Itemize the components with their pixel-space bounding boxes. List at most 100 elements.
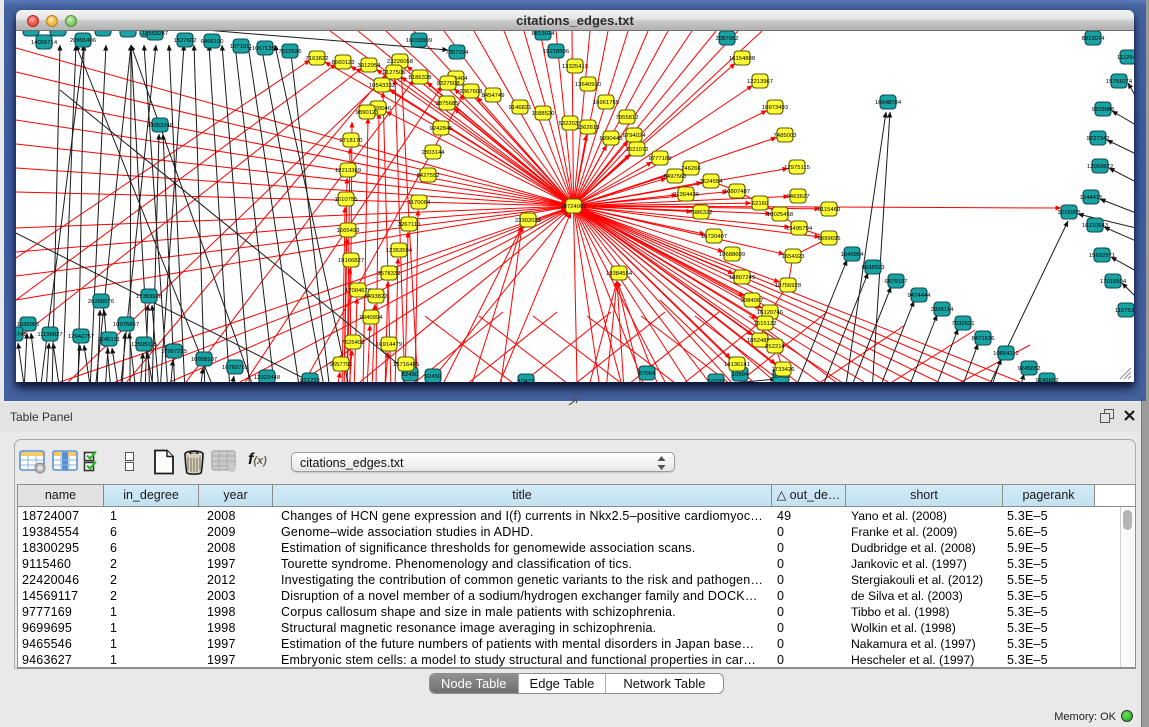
svg-text:1145131: 1145131 [98,337,121,343]
svg-text:12923448: 12923448 [254,375,281,381]
svg-text:1527602: 1527602 [174,38,197,44]
svg-text:6497568: 6497568 [664,174,688,180]
svg-text:921233: 921233 [300,378,320,382]
svg-text:7485003: 7485003 [774,133,798,139]
svg-text:16648784: 16648784 [875,100,902,106]
svg-text:1588520: 1588520 [532,111,556,117]
svg-text:92450: 92450 [425,374,442,380]
svg-text:9777169: 9777169 [649,156,672,162]
svg-text:13325419: 13325419 [562,64,588,70]
svg-text:10756928: 10756928 [775,283,802,289]
svg-text:8813074: 8813074 [1082,36,1106,42]
svg-text:8660123: 8660123 [332,60,356,66]
svg-text:1640954: 1640954 [841,252,865,258]
svg-text:6879197: 6879197 [885,279,908,285]
svg-text:1654923: 1654923 [782,254,806,260]
svg-text:9115460: 9115460 [818,207,841,213]
svg-text:7357224: 7357224 [446,50,470,56]
svg-text:10543332: 10543332 [369,83,395,89]
svg-text:14055714: 14055714 [31,40,58,46]
svg-text:16210643: 16210643 [1082,223,1109,229]
svg-text:1615132: 1615132 [754,321,777,327]
svg-text:16961755: 16961755 [593,100,620,106]
svg-text:3215955: 3215955 [1058,210,1082,216]
svg-text:13640910: 13640910 [575,82,602,88]
svg-text:10807487: 10807487 [724,189,750,195]
svg-text:7955812: 7955812 [616,115,639,121]
svg-text:2935114: 2935114 [931,307,954,313]
svg-text:15751074: 15751074 [1106,79,1133,85]
svg-text:3915741: 3915741 [16,332,26,338]
svg-text:10688609: 10688609 [719,252,745,258]
svg-text:9245652: 9245652 [1036,378,1059,382]
svg-text:3875685: 3875685 [436,101,460,107]
svg-text:12505115: 12505115 [131,342,157,348]
svg-text:1071911: 1071911 [230,44,253,50]
svg-text:2367608: 2367608 [460,89,484,95]
svg-text:19384554: 19384554 [606,271,633,277]
svg-text:1665493: 1665493 [337,228,361,234]
svg-text:19166827: 19166827 [338,258,364,264]
svg-text:1244415: 1244415 [1080,195,1104,201]
svg-text:9146821: 9146821 [509,105,532,111]
svg-text:23226058: 23226058 [387,59,414,65]
svg-text:12353594: 12353594 [386,248,413,254]
svg-text:8471626: 8471626 [972,336,996,342]
svg-text:10973493: 10973493 [762,105,789,111]
svg-text:8427552: 8427552 [417,173,440,179]
svg-text:19218506: 19218506 [543,49,570,55]
svg-text:5493822: 5493822 [365,294,388,300]
svg-text:16033809: 16033809 [406,38,432,44]
svg-text:10553287: 10553287 [142,31,168,37]
svg-text:10994: 10994 [732,372,749,378]
svg-text:9227342: 9227342 [1087,136,1110,142]
svg-text:8454749: 8454749 [482,93,505,99]
svg-text:746266: 746266 [681,166,701,172]
svg-text:7625402: 7625402 [342,340,365,346]
svg-text:16154808: 16154808 [729,56,756,62]
svg-text:18724007: 18724007 [560,204,586,210]
svg-text:15692971: 15692971 [1089,253,1115,259]
svg-text:1167533: 1167533 [1115,308,1134,314]
svg-text:17016504: 17016504 [1100,279,1127,285]
svg-text:12213369: 12213369 [335,168,361,174]
svg-text:9245652: 9245652 [1018,366,1041,372]
svg-text:9657791: 9657791 [330,362,353,368]
svg-text:10025458: 10025458 [767,212,794,218]
svg-text:9327508: 9327508 [437,81,461,87]
svg-text:7515526: 7515526 [279,49,303,55]
svg-text:6899695: 6899695 [818,236,842,242]
svg-text:2087652: 2087652 [716,36,739,42]
svg-text:62160: 62160 [752,201,769,207]
svg-text:12942757: 12942757 [68,334,94,340]
svg-text:21364436: 21364436 [673,192,700,198]
svg-text:9329986: 9329986 [1092,107,1116,113]
svg-text:6794024: 6794024 [623,133,647,139]
svg-text:10671355: 10671355 [252,46,279,52]
svg-text:1621072: 1621072 [626,147,649,153]
svg-text:9474444: 9474444 [908,293,932,299]
svg-text:1733426: 1733426 [772,367,796,373]
svg-text:9084067: 9084067 [741,298,764,304]
svg-text:12093822: 12093822 [1087,164,1113,170]
svg-text:20053346: 20053346 [147,123,174,129]
svg-text:10473: 10473 [518,379,535,382]
svg-text:14136141: 14136141 [724,362,750,368]
svg-text:8938923: 8938923 [862,265,886,271]
svg-text:18807249: 18807249 [729,275,755,281]
svg-text:10958107: 10958107 [191,357,217,363]
svg-text:87064: 87064 [639,371,656,377]
svg-text:16914479: 16914479 [376,342,402,348]
svg-text:10654112: 10654112 [993,351,1019,357]
svg-text:17359928: 17359928 [136,294,163,300]
svg-text:1362615: 1362615 [577,125,601,131]
svg-text:3267110: 3267110 [398,222,421,228]
svg-text:20991406: 20991406 [70,38,97,44]
svg-text:16120746: 16120746 [757,310,784,316]
svg-text:2803144: 2803144 [422,150,446,156]
svg-text:7163822: 7163822 [306,56,329,62]
svg-text:9890123: 9890123 [356,110,380,116]
svg-text:23302035: 23302035 [515,218,542,224]
svg-text:1112543: 1112543 [1117,55,1134,61]
svg-text:17957225: 17957225 [161,349,188,355]
